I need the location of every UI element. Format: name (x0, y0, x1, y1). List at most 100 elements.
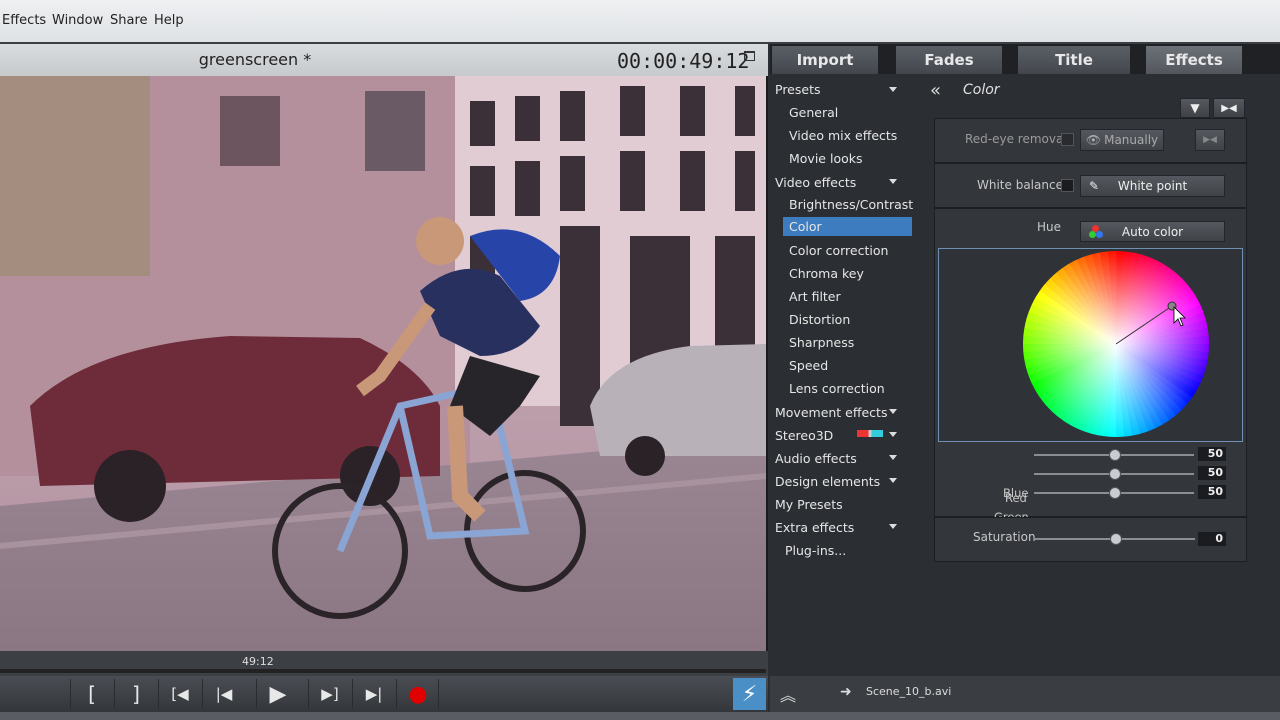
video-frame[interactable] (0, 76, 766, 651)
tab-effects[interactable]: Effects (1146, 46, 1242, 74)
saturation-label: Saturation (973, 530, 1036, 544)
category-movement-effects[interactable]: Movement effects (775, 405, 887, 420)
manually-button[interactable]: 👁 Manually (1080, 129, 1164, 151)
auto-color-icon (1089, 225, 1103, 239)
tab-fades[interactable]: Fades (896, 46, 1002, 74)
expand-arrow-icon[interactable] (889, 455, 897, 460)
project-title: greenscreen * (198, 50, 312, 69)
white-point-label: White point (1117, 179, 1188, 193)
red-slider-knob[interactable] (1109, 449, 1121, 461)
blue-label: Blue (1003, 486, 1029, 500)
menu-help[interactable]: Help (154, 13, 184, 28)
timecode-display: 00:00:49:12 (617, 49, 750, 73)
category-general[interactable]: General (789, 105, 838, 120)
saturation-section: Saturation 0 (934, 517, 1247, 562)
scrub-track[interactable] (0, 669, 766, 673)
3d-glasses-icon (857, 430, 883, 437)
preview-monitor: greenscreen * 00:00:49:12 49:12 (0, 44, 768, 676)
green-value[interactable]: 50 (1198, 466, 1226, 480)
category-sharpness[interactable]: Sharpness (789, 335, 854, 350)
preview-scrub-bar[interactable]: 49:12 (0, 651, 768, 676)
category-speed[interactable]: Speed (789, 358, 828, 373)
scrub-time: 49:12 (242, 655, 274, 668)
category-brightness-contrast[interactable]: Brightness/Contrast (789, 197, 913, 212)
blue-value[interactable]: 50 (1198, 485, 1226, 499)
eye-icon: 👁 (1085, 133, 1102, 147)
status-filename: Scene_10_b.avi (866, 685, 952, 698)
go-to-end-icon[interactable]: ▶| (352, 679, 395, 709)
category-my-presets[interactable]: My Presets (775, 497, 843, 512)
mark-out-icon[interactable]: ] (114, 679, 157, 709)
manually-label: Manually (1104, 133, 1159, 147)
auto-color-label: Auto color (1121, 224, 1184, 239)
arrow-right-icon: ➜ (840, 684, 852, 700)
collapse-up-icon[interactable]: ︽ (780, 682, 796, 706)
menu-bar: Effects Window Share Help (0, 0, 1280, 44)
category-color-correction[interactable]: Color correction (789, 243, 888, 258)
white-point-button[interactable]: ✎ White point (1080, 175, 1225, 197)
expand-arrow-icon[interactable] (889, 524, 897, 529)
white-balance-section: White balance ✎ White point (934, 163, 1247, 208)
transport-divider (438, 679, 440, 709)
tab-title[interactable]: Title (1018, 46, 1130, 74)
transport-bar: [ ] [◀ |◀ ▶ ▶] ▶| ● ⚡ (0, 676, 768, 712)
collapse-icon[interactable]: ▶◀ (1213, 98, 1245, 118)
red-eye-settings-icon[interactable]: ▶◀ (1195, 129, 1225, 151)
category-extra-effects[interactable]: Extra effects (775, 520, 854, 535)
category-stereo3d[interactable]: Stereo3D (775, 428, 833, 443)
white-balance-label: White balance (977, 178, 1063, 192)
red-eye-checkbox[interactable] (1061, 133, 1074, 146)
go-to-start-icon[interactable]: [◀ (158, 679, 201, 709)
preview-title-bar: greenscreen * 00:00:49:12 (0, 44, 768, 76)
blue-slider-knob[interactable] (1109, 487, 1121, 499)
eyedropper-icon: ✎ (1089, 179, 1100, 193)
category-design-elements[interactable]: Design elements (775, 474, 880, 489)
category-color[interactable]: Color (783, 217, 912, 236)
hue-wheel-frame (938, 248, 1243, 442)
green-slider-knob[interactable] (1109, 468, 1121, 480)
tab-bar: Import Fades Title Effects (770, 44, 1280, 74)
next-frame-icon[interactable]: ▶] (308, 679, 351, 709)
category-video-effects[interactable]: Video effects (775, 175, 856, 190)
expand-arrow-icon[interactable] (889, 432, 897, 437)
saturation-value[interactable]: 0 (1198, 532, 1226, 546)
saturation-slider-knob[interactable] (1110, 533, 1122, 545)
white-balance-checkbox[interactable] (1061, 179, 1074, 192)
back-chevron-icon[interactable]: « (930, 80, 941, 101)
category-presets[interactable]: Presets (775, 82, 821, 97)
expand-arrow-icon[interactable] (889, 409, 897, 414)
previous-frame-icon[interactable]: |◀ (202, 679, 245, 709)
auto-color-button[interactable]: Auto color (1080, 221, 1225, 242)
category-plug-ins[interactable]: Plug-ins... (785, 543, 846, 558)
color-wheel[interactable] (939, 249, 1242, 441)
media-pool-panel: Import Fades Title Effects Presets Gener… (770, 44, 1280, 712)
expand-arrow-icon[interactable] (889, 179, 897, 184)
category-art-filter[interactable]: Art filter (789, 289, 841, 304)
category-lens-correction[interactable]: Lens correction (789, 381, 885, 396)
tab-import[interactable]: Import (772, 46, 878, 74)
red-eye-label: Red-eye removal (965, 132, 1067, 146)
category-video-mix-effects[interactable]: Video mix effects (789, 128, 897, 143)
category-movie-looks[interactable]: Movie looks (789, 151, 863, 166)
maximize-icon[interactable] (744, 51, 755, 61)
mark-in-icon[interactable]: [ (70, 679, 113, 709)
red-value[interactable]: 50 (1198, 447, 1226, 461)
expand-arrow-icon[interactable] (889, 478, 897, 483)
lightning-icon[interactable]: ⚡ (733, 678, 766, 710)
effect-title: Color (963, 82, 1000, 98)
category-audio-effects[interactable]: Audio effects (775, 451, 857, 466)
hue-label: Hue (1037, 220, 1062, 234)
red-eye-section: Red-eye removal 👁 Manually ▶◀ (934, 118, 1247, 163)
effects-category-list: Presets General Video mix effects Movie … (770, 74, 916, 674)
dropdown-icon[interactable]: ▼ (1180, 98, 1210, 118)
menu-effects[interactable]: Effects (2, 13, 46, 28)
bottom-strip (0, 712, 1280, 720)
category-chroma-key[interactable]: Chroma key (789, 266, 864, 281)
expand-arrow-icon[interactable] (889, 87, 897, 92)
status-bar: ︽ ➜ Scene_10_b.avi (770, 676, 1280, 712)
record-icon[interactable]: ● (396, 679, 439, 709)
menu-window[interactable]: Window (52, 13, 103, 28)
category-distortion[interactable]: Distortion (789, 312, 850, 327)
menu-share[interactable]: Share (110, 13, 148, 28)
play-icon[interactable]: ▶ (256, 679, 299, 709)
